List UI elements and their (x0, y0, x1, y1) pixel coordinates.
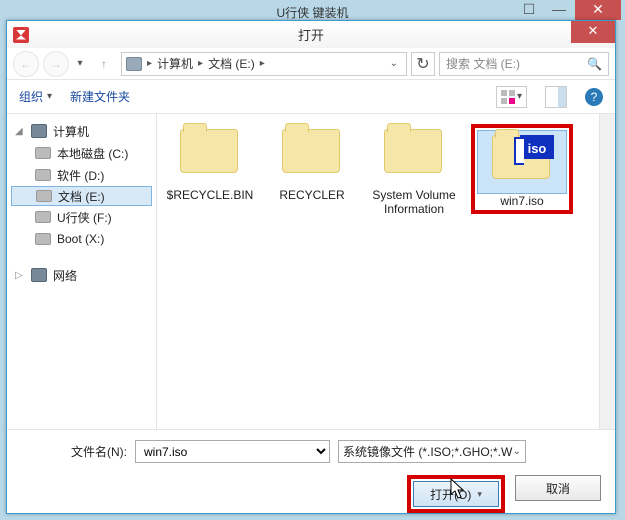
breadcrumb-seg-computer[interactable]: 计算机 (157, 55, 193, 72)
highlight-annotation: iso win7.iso (471, 124, 573, 214)
chevron-down-icon: ▾ (477, 489, 482, 500)
drive-icon (35, 169, 51, 181)
tree-node-drive-c[interactable]: 本地磁盘 (C:) (11, 142, 152, 164)
view-mode-button[interactable]: ▾ (496, 86, 527, 108)
tree-label: Boot (X:) (57, 232, 104, 246)
drive-icon (36, 190, 52, 202)
breadcrumb[interactable]: ▸ 计算机 ▸ 文档 (E:) ▸ ⌄ (121, 52, 407, 76)
file-item-folder[interactable]: System Volume Information (369, 124, 459, 216)
search-placeholder: 搜索 文档 (E:) (446, 55, 520, 72)
breadcrumb-seg-drive[interactable]: 文档 (E:) (208, 55, 255, 72)
tree-node-drive-d[interactable]: 软件 (D:) (11, 164, 152, 186)
file-item-folder[interactable]: $RECYCLE.BIN (165, 124, 255, 202)
drive-icon (126, 57, 142, 71)
titlebar: 打开 ✕ (7, 20, 615, 48)
chevron-down-icon: ⌄ (513, 446, 521, 457)
search-input[interactable]: 搜索 文档 (E:) 🔍 (439, 52, 609, 76)
tree-label: 文档 (E:) (58, 188, 105, 205)
chevron-down-icon: ▾ (47, 91, 52, 102)
collapse-icon[interactable]: ◢ (15, 126, 25, 137)
file-label: $RECYCLE.BIN (165, 188, 255, 202)
nav-back-button[interactable]: ← (13, 51, 39, 77)
filename-label: 文件名(N): (19, 443, 127, 460)
tree-label: 软件 (D:) (57, 167, 104, 184)
open-button-label: 打开(O) (430, 486, 471, 503)
refresh-button[interactable]: ↻ (411, 52, 435, 76)
cancel-button[interactable]: 取消 (515, 475, 601, 501)
file-type-filter[interactable]: 系统镜像文件 (*.ISO;*.GHO;*.W ⌄ (338, 440, 526, 463)
iso-badge-icon: iso (520, 135, 554, 159)
dialog-footer: 文件名(N): win7.iso 系统镜像文件 (*.ISO;*.GHO;*.W… (7, 429, 615, 513)
toolbar: 组织 ▾ 新建文件夹 ▾ ? (7, 80, 615, 114)
folder-icon (180, 129, 238, 173)
file-label: System Volume Information (369, 188, 459, 216)
organize-label: 组织 (19, 88, 43, 105)
grid-icon (501, 90, 515, 104)
open-button[interactable]: 打开(O) ▾ (413, 481, 499, 507)
dialog-close-button[interactable]: ✕ (571, 21, 615, 43)
parent-close-button[interactable]: ✕ (575, 0, 621, 20)
parent-min-button[interactable]: — (545, 0, 573, 20)
tree-node-computer[interactable]: ◢ 计算机 (11, 120, 152, 142)
file-item-iso[interactable]: iso win7.iso (477, 130, 567, 208)
scrollbar[interactable] (599, 114, 615, 429)
search-icon: 🔍 (587, 57, 602, 71)
dialog-title: 打开 (7, 25, 615, 44)
tree-label: 本地磁盘 (C:) (57, 145, 128, 162)
nav-up-button[interactable]: ↑ (91, 51, 117, 77)
tree-label: 网络 (53, 267, 77, 284)
open-file-dialog: 打开 ✕ ← → ▾ ↑ ▸ 计算机 ▸ 文档 (E:) ▸ ⌄ ↻ 搜索 文档… (6, 20, 616, 514)
tree-label: 计算机 (53, 123, 89, 140)
tree-node-network[interactable]: ▷ 网络 (11, 264, 152, 286)
file-item-folder[interactable]: RECYCLER (267, 124, 357, 202)
nav-row: ← → ▾ ↑ ▸ 计算机 ▸ 文档 (E:) ▸ ⌄ ↻ 搜索 文档 (E:)… (7, 48, 615, 80)
new-folder-button[interactable]: 新建文件夹 (70, 88, 130, 105)
filename-input[interactable]: win7.iso (135, 440, 330, 463)
help-button[interactable]: ? (585, 88, 603, 106)
expand-icon[interactable]: ▷ (15, 270, 25, 281)
drive-icon (35, 147, 51, 159)
organize-menu[interactable]: 组织 ▾ (19, 88, 52, 105)
tree-node-drive-x[interactable]: Boot (X:) (11, 228, 152, 250)
tree-label: U行侠 (F:) (57, 209, 112, 226)
highlight-annotation: 打开(O) ▾ (407, 475, 505, 513)
drive-icon (35, 211, 51, 223)
file-label: win7.iso (477, 194, 567, 208)
folder-icon (282, 129, 340, 173)
chevron-down-icon: ▾ (517, 91, 522, 102)
preview-pane-button[interactable] (545, 86, 567, 108)
file-label: RECYCLER (267, 188, 357, 202)
file-list[interactable]: $RECYCLE.BIN RECYCLER System Volume Info… (157, 114, 615, 429)
folder-icon (384, 129, 442, 173)
filter-label: 系统镜像文件 (*.ISO;*.GHO;*.W (343, 443, 512, 460)
nav-history-dropdown[interactable]: ▾ (73, 58, 87, 69)
network-icon (31, 268, 47, 282)
drive-icon (35, 233, 51, 245)
nav-tree: ◢ 计算机 本地磁盘 (C:) 软件 (D:) 文档 (E:) U行侠 (F:) (7, 114, 157, 429)
parent-max-button[interactable]: ☐ (515, 0, 543, 20)
breadcrumb-dropdown[interactable]: ⌄ (386, 58, 402, 69)
tree-node-drive-f[interactable]: U行侠 (F:) (11, 206, 152, 228)
nav-forward-button[interactable]: → (43, 51, 69, 77)
tree-node-drive-e[interactable]: 文档 (E:) (11, 186, 152, 206)
parent-window-title: U行侠 键装机 (276, 4, 348, 21)
computer-icon (31, 124, 47, 138)
breadcrumb-sep: ▸ (144, 58, 155, 69)
breadcrumb-sep: ▸ (257, 58, 268, 69)
breadcrumb-sep: ▸ (195, 58, 206, 69)
